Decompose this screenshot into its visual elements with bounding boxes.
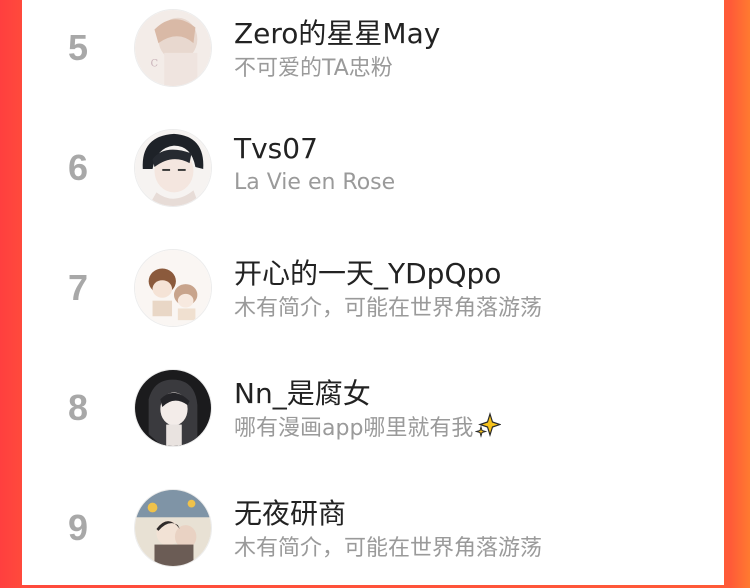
svg-text:C: C bbox=[151, 59, 158, 70]
user-name[interactable]: Zero的星星May bbox=[234, 12, 440, 52]
user-description-text: 哪有漫画app哪里就有我 bbox=[234, 416, 474, 441]
user-description: La Vie en Rose bbox=[234, 170, 396, 195]
avatar-image-icon bbox=[135, 130, 211, 206]
list-item[interactable]: 9 无夜研商 木有简介，可能在世界角落游荡 bbox=[22, 468, 724, 588]
rank-number: 5 bbox=[67, 27, 89, 68]
rank-number: 6 bbox=[67, 147, 89, 188]
avatar-image-icon bbox=[135, 250, 211, 326]
avatar[interactable] bbox=[134, 129, 212, 207]
ranking-list-card: 5 C Zero的星星May 不可爱的TA忠粉 6 Tvs07 La Vie e… bbox=[22, 0, 724, 585]
rank-number: 9 bbox=[67, 507, 89, 548]
user-description: 哪有漫画app哪里就有我 bbox=[234, 410, 503, 444]
list-item[interactable]: 8 Nn_是腐女 哪有漫画app哪里就有我 bbox=[22, 348, 724, 468]
avatar-image-icon bbox=[135, 370, 211, 446]
avatar[interactable]: C bbox=[134, 9, 212, 87]
user-description: 木有简介，可能在世界角落游荡 bbox=[234, 536, 543, 561]
user-description: 木有简介，可能在世界角落游荡 bbox=[234, 296, 543, 321]
avatar-image-icon: C bbox=[135, 10, 211, 86]
sparkles-icon bbox=[475, 411, 503, 444]
avatar[interactable] bbox=[134, 369, 212, 447]
user-name[interactable]: 开心的一天_YDpQpo bbox=[234, 252, 501, 292]
avatar[interactable] bbox=[134, 249, 212, 327]
rank-number: 8 bbox=[67, 387, 89, 428]
avatar-image-icon bbox=[135, 490, 211, 566]
list-item[interactable]: 5 C Zero的星星May 不可爱的TA忠粉 bbox=[22, 0, 724, 108]
rank-number: 7 bbox=[67, 267, 89, 308]
list-item[interactable]: 6 Tvs07 La Vie en Rose bbox=[22, 108, 724, 228]
avatar[interactable] bbox=[134, 489, 212, 567]
user-description: 不可爱的TA忠粉 bbox=[234, 56, 393, 81]
list-item[interactable]: 7 开心的一天_YDpQpo 木有简介，可能在世界角落游荡 bbox=[22, 228, 724, 348]
user-name[interactable]: Nn_是腐女 bbox=[234, 372, 371, 412]
user-name[interactable]: 无夜研商 bbox=[234, 492, 346, 532]
user-name[interactable]: Tvs07 bbox=[234, 132, 318, 165]
